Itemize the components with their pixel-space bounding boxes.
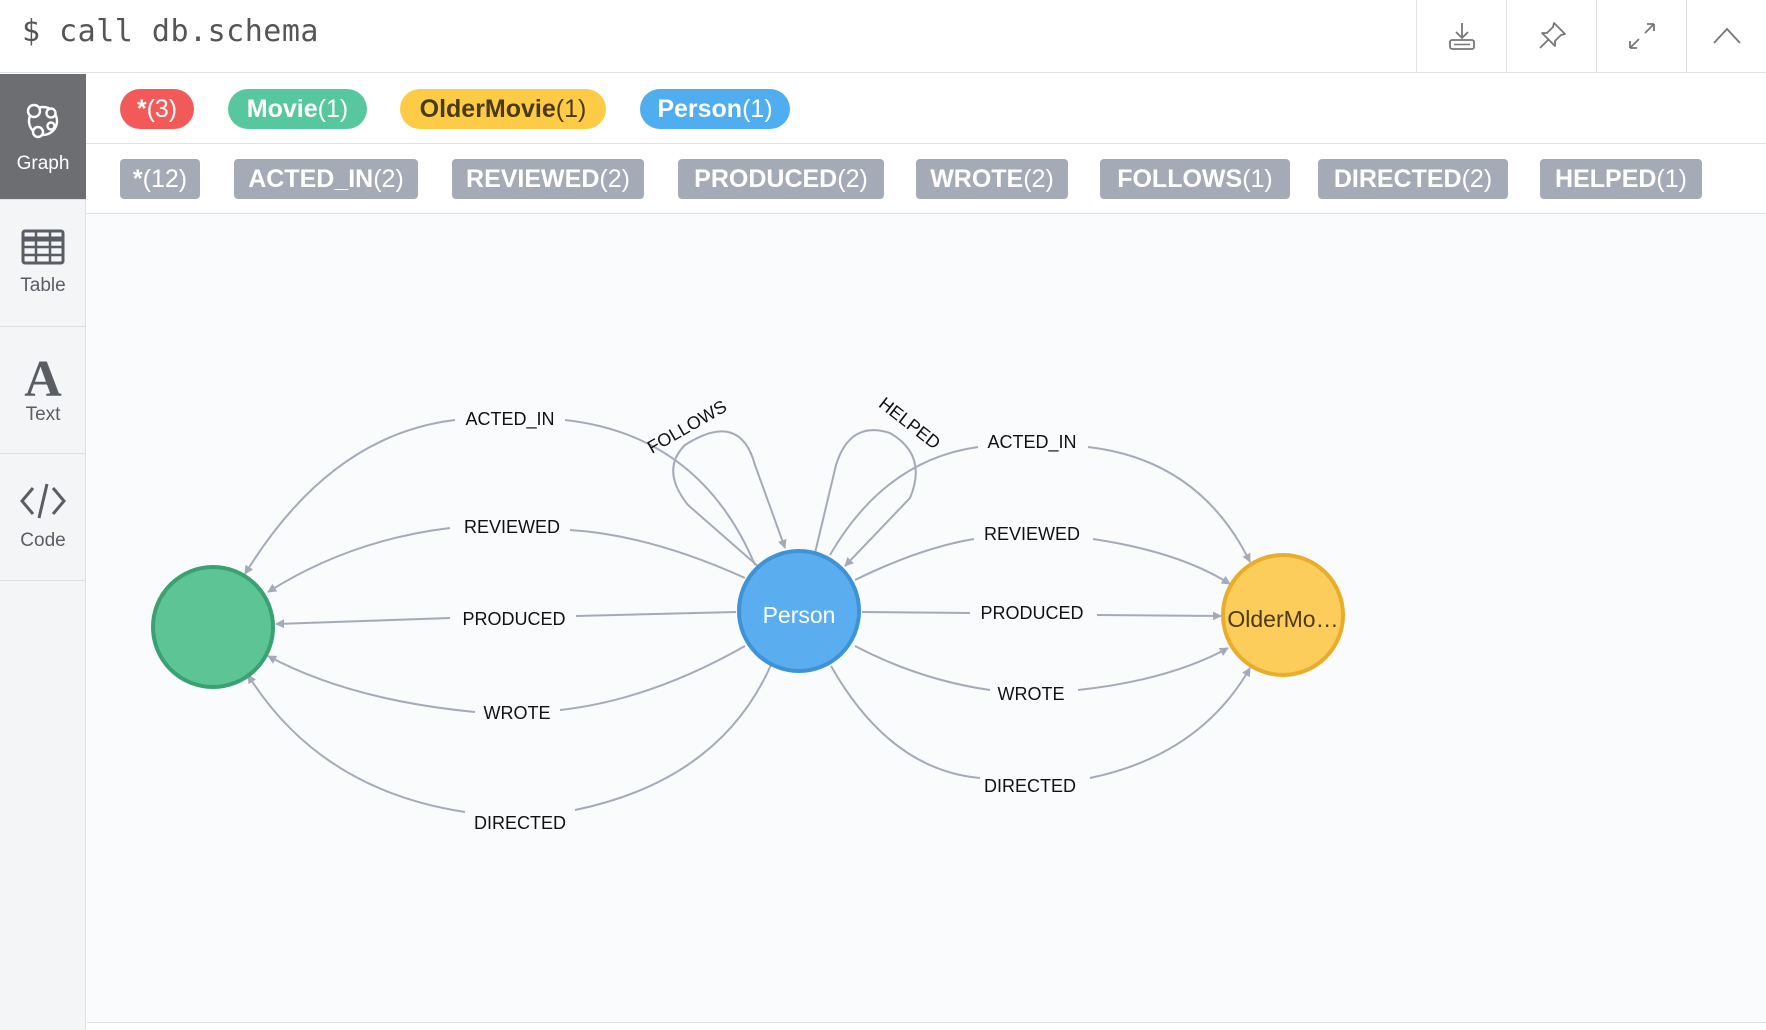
node-label-oldermovie[interactable]: OlderMovie(1) xyxy=(400,89,606,129)
sidebar-item-table[interactable]: Table xyxy=(0,200,86,327)
rel-type-reviewed[interactable]: REVIEWED(2) xyxy=(452,159,644,199)
download-button[interactable] xyxy=(1416,0,1506,72)
edge-label: REVIEWED xyxy=(984,524,1080,544)
command-bar: $ call db.schema xyxy=(0,0,1766,73)
node-label: Person xyxy=(763,602,836,628)
text-icon: A xyxy=(24,354,62,400)
relationship-types-legend: *(12) ACTED_IN(2) REVIEWED(2) PRODUCED(2… xyxy=(86,144,1766,214)
sidebar-item-label: Code xyxy=(20,530,66,551)
edge-follows-loop[interactable] xyxy=(672,430,787,569)
sidebar-item-label: Graph xyxy=(16,152,70,174)
edge-reviewed-right[interactable] xyxy=(854,538,975,581)
rel-type-follows[interactable]: FOLLOWS(1) xyxy=(1100,159,1290,199)
sidebar-item-graph[interactable]: Graph xyxy=(0,74,86,200)
rel-type-wrote[interactable]: WROTE(2) xyxy=(916,159,1068,199)
rel-type-acted-in[interactable]: ACTED_IN(2) xyxy=(234,159,418,199)
edge-label: FOLLOWS xyxy=(644,396,730,457)
edge-wrote-right[interactable] xyxy=(854,645,991,691)
edge-directed-left[interactable] xyxy=(574,664,772,811)
edge-label: ACTED_IN xyxy=(465,409,554,430)
sidebar-item-text[interactable]: A Text xyxy=(0,327,86,454)
sidebar-item-label: Text xyxy=(25,404,61,425)
edge-acted-in-right[interactable] xyxy=(829,446,979,556)
edge-helped-loop[interactable] xyxy=(814,429,917,567)
edge-produced-left[interactable] xyxy=(575,611,737,617)
code-icon xyxy=(20,483,66,519)
chevron-up-icon xyxy=(1712,27,1741,44)
sidebar-item-code[interactable]: Code xyxy=(0,454,86,581)
node-label-movie[interactable]: Movie(1) xyxy=(228,89,367,129)
edge-label: WROTE xyxy=(484,703,551,723)
rel-type-produced[interactable]: PRODUCED(2) xyxy=(678,159,884,199)
edge-produced-right[interactable] xyxy=(861,611,971,614)
edge-label: REVIEWED xyxy=(464,517,560,537)
node-label: OlderMo… xyxy=(1227,606,1338,632)
edge-label: WROTE xyxy=(998,684,1065,704)
node-oldermovie[interactable]: OlderMo… xyxy=(1221,553,1345,677)
edge-label: ACTED_IN xyxy=(987,432,1076,453)
rel-type-all[interactable]: *(12) xyxy=(120,159,200,199)
pin-button[interactable] xyxy=(1506,0,1596,72)
rel-type-directed[interactable]: DIRECTED(2) xyxy=(1318,159,1508,199)
node-labels-legend: *(3) Movie(1) OlderMovie(1) Person(1) xyxy=(86,74,1766,144)
table-icon xyxy=(21,229,65,265)
edge-label: PRODUCED xyxy=(462,609,565,629)
edge-directed-right[interactable] xyxy=(830,665,981,779)
pin-icon xyxy=(1538,22,1566,49)
edge-reviewed-left[interactable] xyxy=(569,529,746,579)
graph-canvas[interactable]: ACTED_IN REVIEWED PRODUCED WROTE DIRECTE… xyxy=(87,214,1766,1023)
node-label-person[interactable]: Person(1) xyxy=(640,89,790,129)
edge-label: DIRECTED xyxy=(474,813,566,833)
collapse-button[interactable] xyxy=(1686,0,1766,72)
sidebar-item-label: Table xyxy=(20,275,66,296)
view-sidebar: Graph Table A Text Code xyxy=(0,74,86,1030)
download-icon xyxy=(1448,23,1475,50)
node-person[interactable]: Person xyxy=(737,549,861,673)
graph-icon xyxy=(26,103,59,138)
edge-wrote-left[interactable] xyxy=(559,645,746,711)
edge-label: PRODUCED xyxy=(980,603,1083,623)
node-label-all[interactable]: *(3) xyxy=(120,89,194,129)
node-movie[interactable] xyxy=(151,565,275,689)
fullscreen-button[interactable] xyxy=(1596,0,1686,72)
svg-text:A: A xyxy=(24,354,62,400)
expand-icon xyxy=(1628,23,1655,49)
command-text[interactable]: $ call db.schema xyxy=(22,14,319,49)
edge-label: DIRECTED xyxy=(984,776,1076,796)
graph-svg: ACTED_IN REVIEWED PRODUCED WROTE DIRECTE… xyxy=(151,393,1345,833)
rel-type-helped[interactable]: HELPED(1) xyxy=(1540,159,1702,199)
edge-label: HELPED xyxy=(875,393,944,453)
